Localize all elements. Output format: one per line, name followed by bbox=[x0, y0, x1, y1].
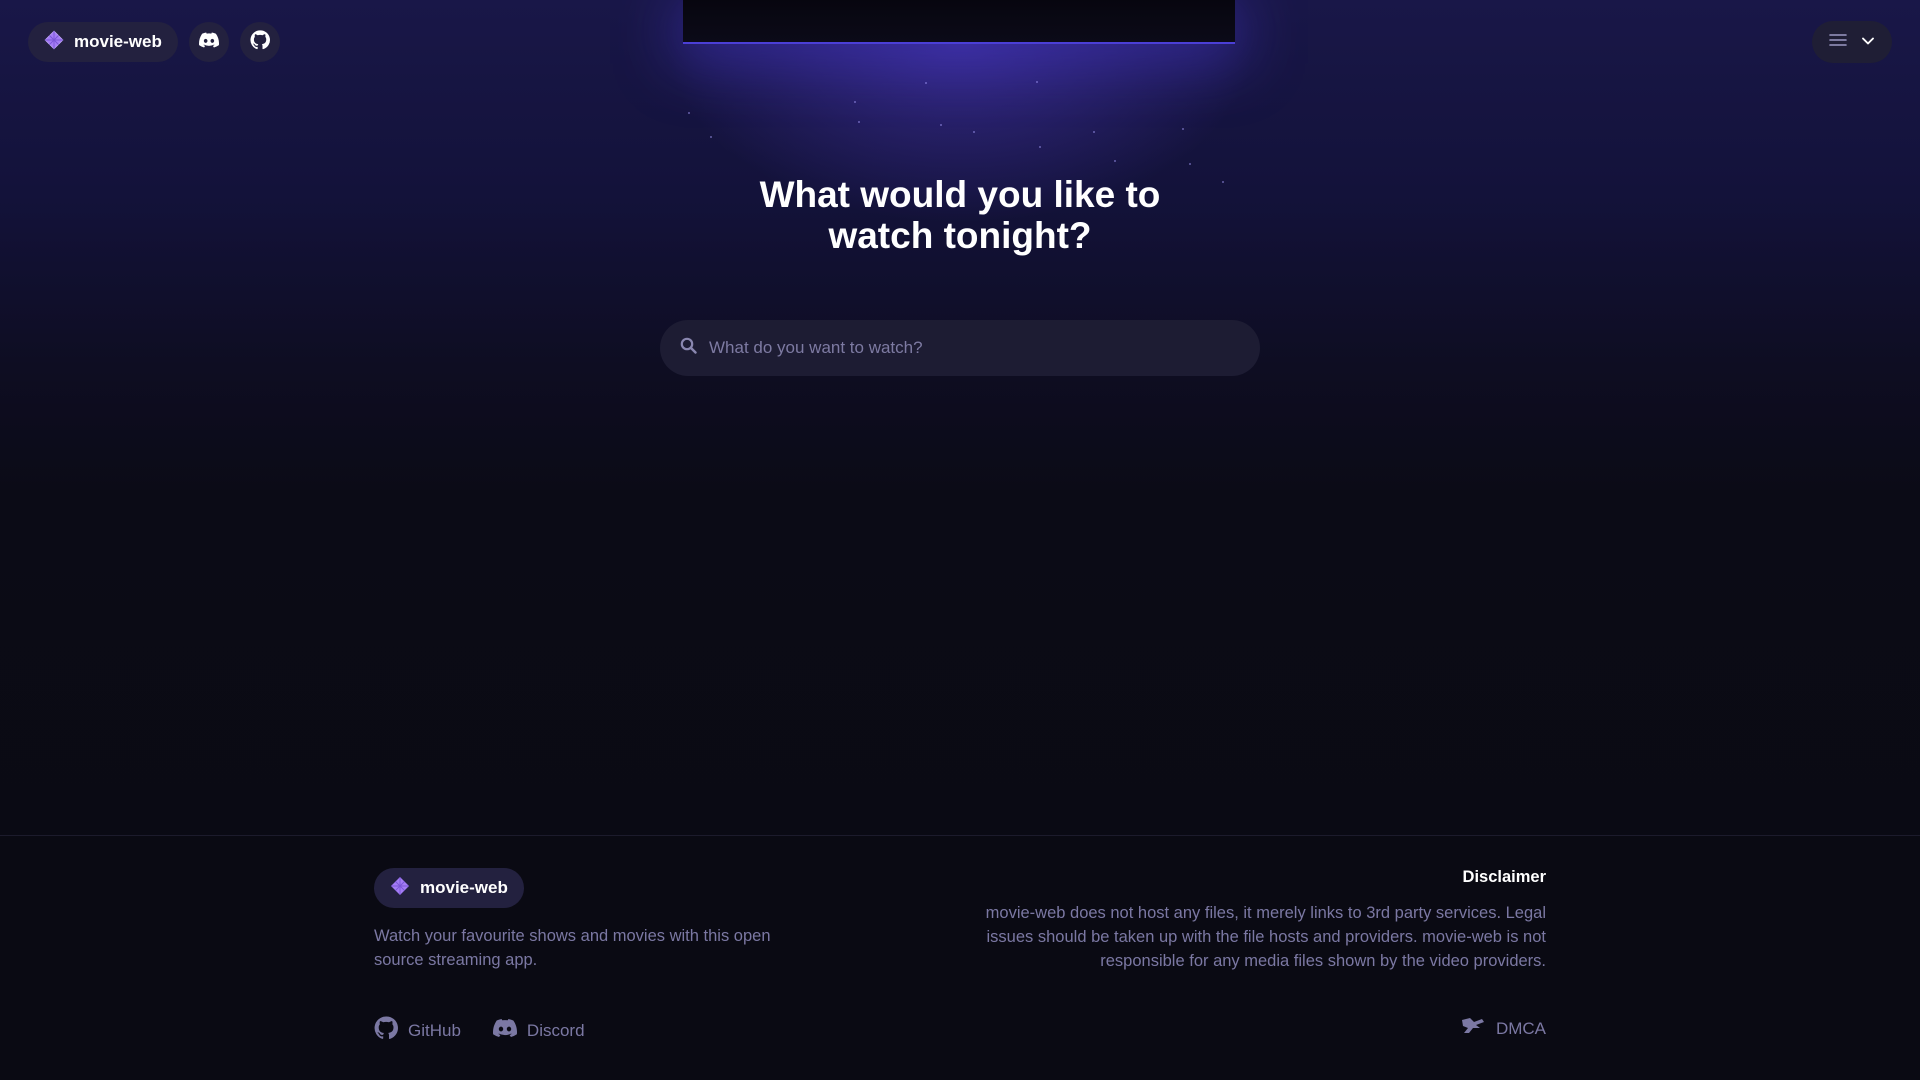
particle bbox=[1039, 146, 1041, 148]
page: movie-web What would you like to watch t… bbox=[0, 0, 1920, 1080]
github-icon bbox=[374, 1016, 398, 1045]
footer-dmca-label: DMCA bbox=[1495, 1018, 1546, 1038]
particle bbox=[1114, 160, 1116, 162]
search-input[interactable] bbox=[697, 320, 1260, 376]
top-nav: movie-web bbox=[28, 22, 280, 62]
discord-button[interactable] bbox=[188, 22, 229, 62]
page-title-line-1: What would you like to bbox=[759, 174, 1161, 215]
footer-brand-label: movie-web bbox=[420, 878, 508, 897]
particle bbox=[925, 82, 927, 84]
footer-discord-link[interactable]: Discord bbox=[492, 1019, 585, 1042]
page-title-line-2: watch tonight? bbox=[828, 215, 1092, 256]
search-icon bbox=[680, 337, 697, 359]
footer-links: GitHub Discord bbox=[374, 1016, 585, 1045]
diamond-logo-icon bbox=[44, 30, 64, 55]
search-bar[interactable] bbox=[660, 320, 1260, 376]
particle bbox=[1182, 128, 1184, 130]
menu-button[interactable] bbox=[1812, 21, 1892, 63]
page-title: What would you like to watch tonight? bbox=[0, 174, 1920, 256]
particle bbox=[858, 121, 860, 123]
dmca-icon bbox=[1460, 1016, 1486, 1041]
particle bbox=[710, 136, 712, 138]
particle bbox=[854, 101, 856, 103]
discord-icon bbox=[492, 1019, 517, 1042]
footer-discord-label: Discord bbox=[526, 1020, 585, 1040]
particle bbox=[973, 131, 975, 133]
footer-brand-link[interactable]: movie-web bbox=[374, 868, 524, 908]
github-button[interactable] bbox=[239, 22, 280, 62]
footer-github-link[interactable]: GitHub bbox=[374, 1016, 461, 1045]
spotlight-lamp bbox=[683, 0, 1235, 44]
discord-icon bbox=[198, 32, 219, 53]
particle bbox=[1093, 131, 1095, 133]
brand-label: movie-web bbox=[74, 32, 162, 51]
footer-tagline: Watch your favourite shows and movies wi… bbox=[374, 927, 771, 969]
diamond-logo-icon bbox=[390, 876, 410, 901]
particle bbox=[1189, 163, 1191, 165]
footer-github-label: GitHub bbox=[408, 1020, 461, 1040]
disclaimer-text: movie-web does not host any files, it me… bbox=[985, 904, 1546, 970]
brand-home-link[interactable]: movie-web bbox=[28, 22, 178, 62]
particle bbox=[940, 124, 942, 126]
github-icon bbox=[250, 29, 270, 55]
chevron-down-icon bbox=[1861, 33, 1875, 51]
footer: movie-web Watch your favourite shows and… bbox=[0, 835, 1920, 1080]
hamburger-icon bbox=[1829, 33, 1847, 52]
disclaimer-title: Disclaimer bbox=[1462, 868, 1546, 886]
disclaimer: Disclaimer movie-web does not host any f… bbox=[946, 868, 1546, 973]
footer-brand-section: movie-web Watch your favourite shows and… bbox=[374, 868, 774, 972]
particle bbox=[1036, 81, 1038, 83]
particle bbox=[688, 112, 690, 114]
footer-dmca-link[interactable]: DMCA bbox=[1460, 1016, 1546, 1041]
